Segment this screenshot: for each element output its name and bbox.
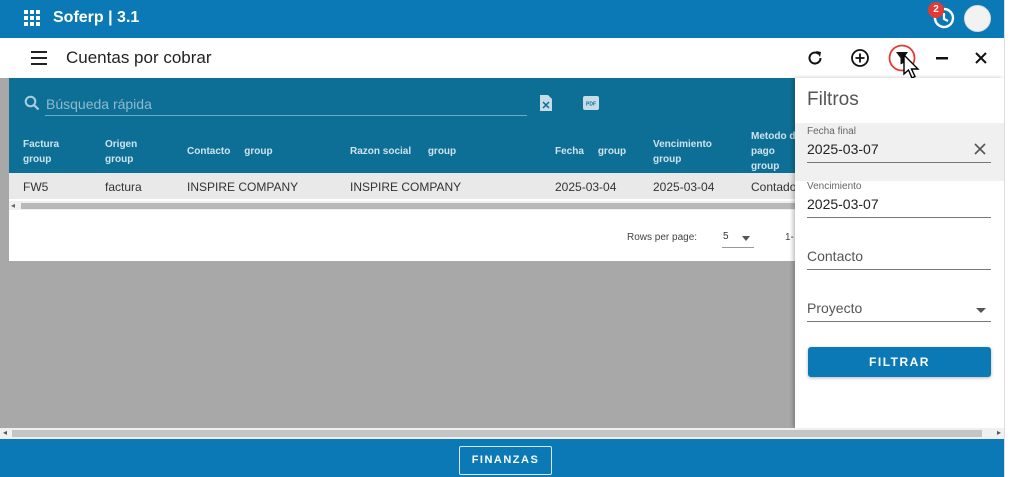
sync-button[interactable]: 2 — [928, 2, 957, 31]
scroll-left-arrow-icon[interactable]: ◂ — [11, 201, 15, 210]
scrollbar-thumb[interactable] — [21, 203, 799, 209]
table-horizontal-scrollbar[interactable]: ◂ — [9, 201, 799, 210]
table-toolbar: Búsqueda rápida PDF Factura group Origen g… — [9, 78, 799, 173]
refresh-icon — [808, 51, 822, 65]
filtrar-button[interactable]: FILTRAR — [808, 347, 991, 377]
cell-fecha: 2025-03-04 — [555, 180, 617, 194]
column-header-vencimiento[interactable]: Vencimiento group — [653, 137, 712, 167]
cell-factura: FW5 — [23, 180, 49, 194]
quick-search-input[interactable]: Búsqueda rápida — [45, 92, 527, 116]
vencimiento-field[interactable]: Vencimiento 2025-03-07 — [807, 181, 991, 218]
table-row[interactable]: FW5 factura INSPIRE COMPANY INSPIRE COMP… — [9, 173, 799, 199]
cell-contacto: INSPIRE COMPANY — [187, 180, 299, 194]
top-app-bar: Soferp | 3.1 2 — [0, 0, 1004, 38]
minimize-button[interactable] — [930, 46, 954, 70]
add-button[interactable] — [848, 46, 872, 70]
page-title: Cuentas por cobrar — [66, 48, 212, 67]
cell-origen: factura — [105, 180, 142, 194]
filters-title: Filtros — [807, 89, 859, 110]
close-icon — [975, 52, 987, 64]
cell-vencimiento: 2025-03-04 — [653, 180, 715, 194]
fecha-final-value: 2025-03-07 — [807, 141, 879, 157]
excel-export-icon[interactable] — [539, 94, 553, 112]
rows-per-page-value: 5 — [723, 231, 729, 242]
hamburger-menu-icon[interactable] — [31, 51, 47, 65]
close-button[interactable] — [969, 46, 993, 70]
svg-text:PDF: PDF — [586, 102, 596, 108]
finanzas-module-button[interactable]: FINANZAS — [459, 446, 552, 475]
minimize-icon — [936, 57, 948, 60]
add-circle-icon — [851, 49, 869, 67]
proyecto-placeholder: Proyecto — [807, 300, 863, 316]
app-root: Soferp | 3.1 2 Cuentas por cobrar Búsque… — [0, 0, 1010, 477]
column-header-razon-social[interactable]: Razon social group — [350, 144, 456, 159]
apps-grid-icon[interactable] — [24, 10, 40, 26]
page-header: Cuentas por cobrar — [0, 38, 1004, 79]
proyecto-field[interactable]: Proyecto — [807, 300, 991, 322]
window-edge — [1004, 0, 1010, 477]
pagination-range: 1- — [785, 232, 794, 243]
column-header-contacto[interactable]: Contacto group — [187, 144, 273, 159]
vencimiento-value: 2025-03-07 — [807, 196, 879, 212]
fecha-final-field[interactable]: Fecha final 2025-03-07 — [807, 126, 991, 163]
rows-per-page-select[interactable]: 5 — [722, 228, 754, 248]
scroll-left-arrow-icon[interactable]: ◂ — [3, 428, 7, 437]
user-avatar[interactable] — [964, 5, 991, 32]
footer-bar: FINANZAS — [0, 439, 1004, 477]
fecha-final-input[interactable]: 2025-03-07 — [807, 141, 991, 163]
fecha-final-label: Fecha final — [807, 126, 856, 137]
pdf-export-icon[interactable]: PDF — [583, 96, 599, 110]
receivables-table-card: Búsqueda rápida PDF Factura group Origen g… — [9, 78, 799, 261]
search-icon — [24, 95, 40, 111]
page-horizontal-scrollbar[interactable]: ◂ ▸ — [0, 428, 1004, 439]
dropdown-arrow-icon — [976, 308, 986, 313]
page-scrollbar-thumb[interactable] — [12, 430, 982, 437]
contacto-field[interactable]: Contacto — [807, 248, 991, 270]
rows-per-page-label: Rows per page: — [627, 232, 698, 243]
clear-icon[interactable] — [973, 142, 987, 156]
chevron-down-icon — [742, 236, 750, 241]
scroll-right-arrow-icon[interactable]: ▸ — [997, 428, 1001, 437]
app-title: Soferp | 3.1 — [53, 9, 140, 26]
column-header-origen[interactable]: Origen group — [105, 137, 137, 167]
cell-razon-social: INSPIRE COMPANY — [350, 180, 462, 194]
proyecto-select[interactable]: Proyecto — [807, 300, 991, 322]
notification-badge: 2 — [928, 2, 944, 18]
cell-metodo-pago: Contado — [751, 180, 797, 194]
reload-button[interactable] — [803, 46, 827, 70]
column-header-metodo-pago[interactable]: Metodo d pago group — [751, 129, 795, 174]
vencimiento-input[interactable]: 2025-03-07 — [807, 196, 991, 218]
contacto-input[interactable]: Contacto — [807, 248, 991, 270]
column-header-factura[interactable]: Factura group — [23, 137, 59, 167]
vencimiento-label: Vencimiento — [807, 181, 862, 192]
column-header-fecha[interactable]: Fecha group — [555, 144, 626, 159]
filters-panel: Filtros Fecha final 2025-03-07 Vencimien… — [795, 78, 1004, 428]
